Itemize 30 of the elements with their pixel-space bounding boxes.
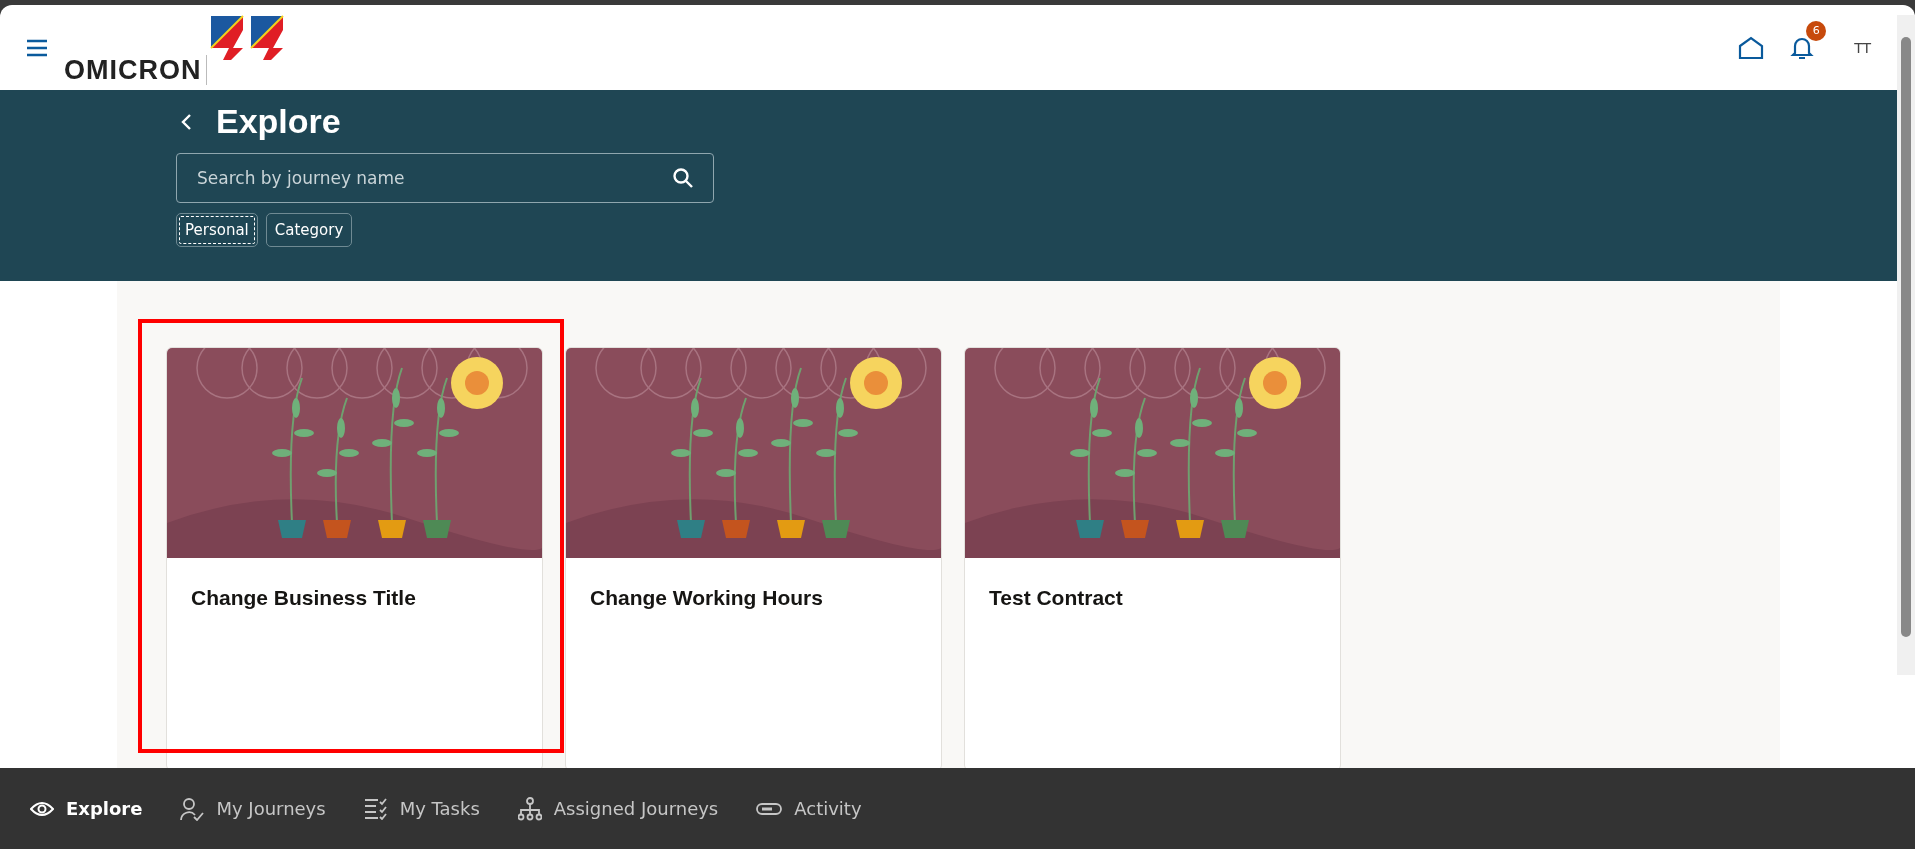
eye-icon (30, 799, 54, 818)
journey-card[interactable]: Test Contract (964, 347, 1341, 768)
home-icon (1738, 35, 1765, 60)
person-check-icon (180, 796, 205, 821)
card-title: Test Contract (988, 585, 1124, 611)
notifications-button[interactable]: 6 (1790, 20, 1827, 61)
user-initials[interactable]: TT (1854, 39, 1871, 56)
journey-card[interactable]: Change Business Title (166, 347, 543, 768)
chevron-left-icon (180, 112, 192, 131)
filter-chip[interactable]: Category (265, 213, 353, 247)
filter-chip[interactable]: Personal (176, 213, 258, 247)
pill-icon (756, 802, 783, 815)
nav-item[interactable]: My Tasks (363, 797, 480, 820)
checklist-icon (363, 797, 388, 820)
nav-item[interactable]: Activity (756, 798, 862, 819)
nav-item[interactable]: Explore (30, 798, 143, 819)
card-title: Change Business Title (190, 585, 417, 611)
search-field[interactable]: Search by journey name (176, 153, 714, 203)
page-title: Explore (216, 102, 341, 141)
scrollbar[interactable] (1897, 15, 1915, 675)
notification-count: 6 (1806, 20, 1827, 41)
home-button[interactable] (1738, 35, 1765, 60)
nav-item[interactable]: My Journeys (180, 796, 326, 821)
search-icon (672, 167, 694, 189)
logo-wordmark: OMICRON (64, 55, 207, 85)
journey-card[interactable]: Change Working Hours (565, 347, 942, 768)
nav-item[interactable]: Assigned Journeys (517, 796, 719, 821)
hierarchy-icon (517, 796, 542, 821)
card-title: Change Working Hours (589, 585, 824, 611)
menu-icon (26, 38, 48, 57)
